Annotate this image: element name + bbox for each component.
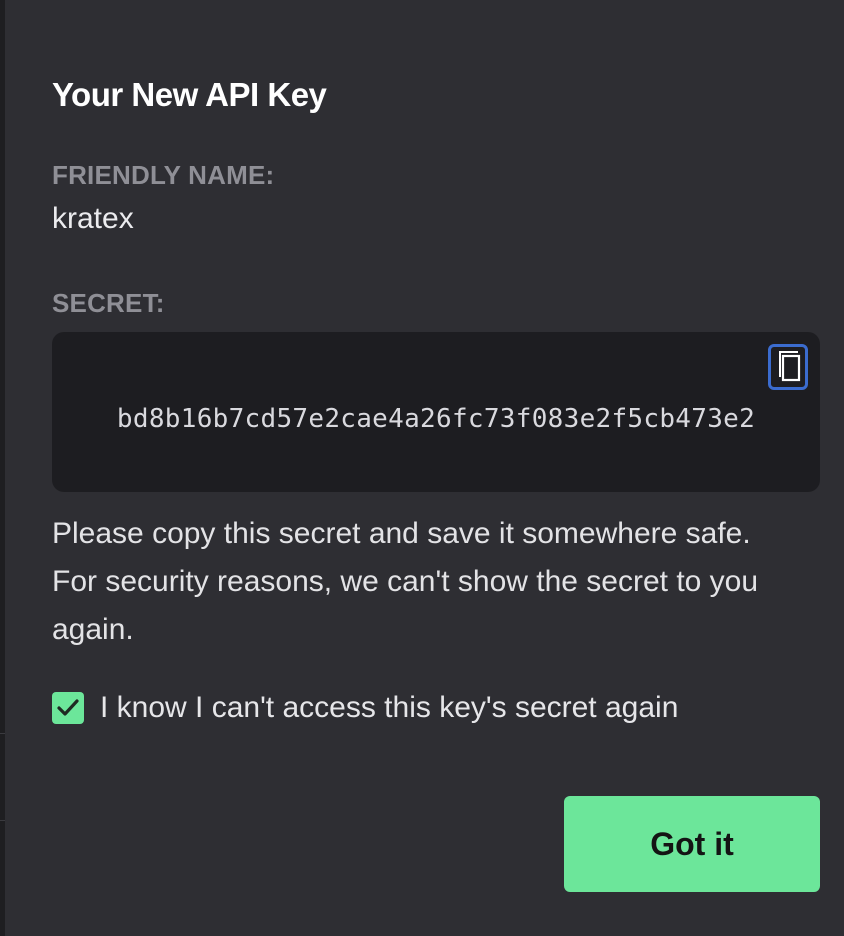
acknowledge-row[interactable]: I know I can't access this key's secret …	[52, 691, 678, 725]
acknowledge-label[interactable]: I know I can't access this key's secret …	[100, 691, 678, 725]
friendly-name-value: kratex	[52, 202, 134, 235]
secret-value: bd8b16b7cd57e2cae4a26fc73f083e2f5cb473e2	[116, 404, 756, 434]
copy-secret-button[interactable]	[768, 344, 808, 390]
modal-title: Your New API Key	[52, 76, 327, 113]
secret-label: SECRET:	[52, 288, 165, 318]
secret-field: bd8b16b7cd57e2cae4a26fc73f083e2f5cb473e2	[52, 332, 820, 492]
checkmark-icon	[57, 699, 79, 716]
acknowledge-checkbox[interactable]	[52, 692, 84, 724]
security-notice: Please copy this secret and save it some…	[52, 517, 759, 646]
api-key-modal: Your New API Key FRIENDLY NAME: kratex S…	[5, 0, 844, 936]
got-it-button[interactable]: Got it	[564, 796, 820, 892]
copy-icon	[779, 351, 801, 382]
friendly-name-label: FRIENDLY NAME:	[52, 160, 275, 190]
